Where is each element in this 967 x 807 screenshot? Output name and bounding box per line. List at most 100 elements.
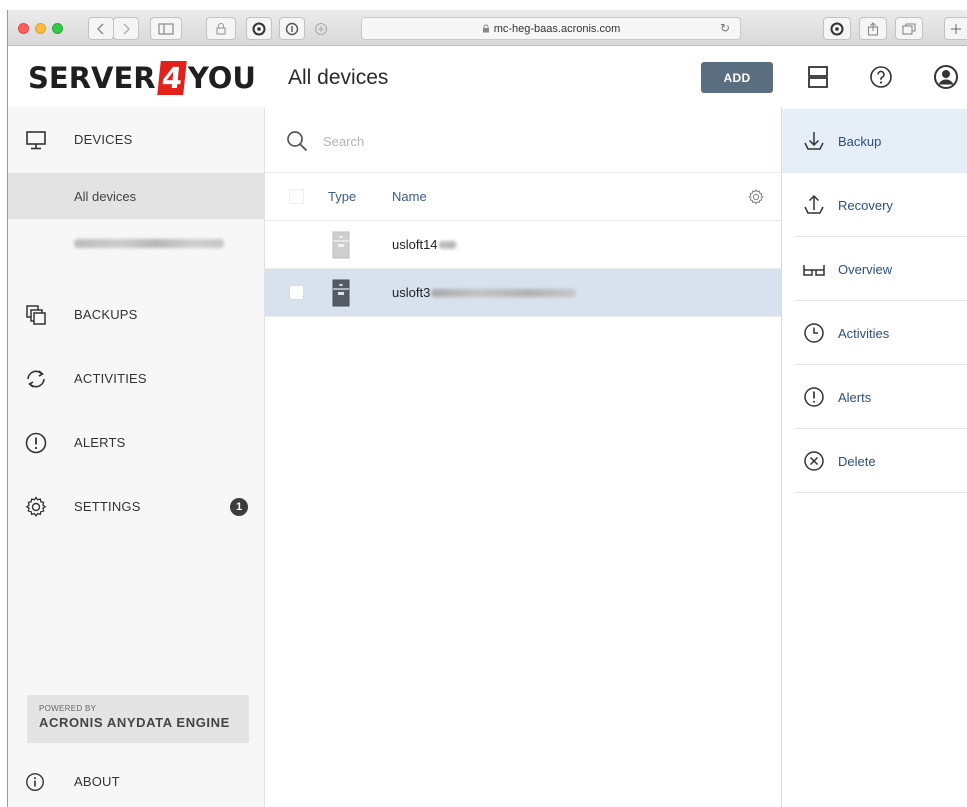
zoom-window-button[interactable] — [52, 23, 63, 34]
actions-panel: Backup Recovery Overview Activities Aler… — [781, 107, 967, 807]
powered-by-banner: POWERED BY ACRONIS ANYDATA ENGINE — [27, 695, 249, 743]
brand-logo[interactable]: SERVER 4 YOU — [28, 61, 256, 95]
add-button[interactable]: ADD — [701, 62, 773, 93]
close-window-button[interactable] — [18, 23, 29, 34]
redacted-text — [431, 288, 577, 297]
powered-by-text: POWERED BY — [39, 704, 97, 713]
action-delete[interactable]: Delete — [782, 429, 967, 493]
notification-badge: 1 — [230, 498, 248, 516]
delete-icon — [804, 451, 824, 471]
info-icon — [26, 773, 44, 791]
gear-icon — [25, 496, 47, 518]
action-recovery[interactable]: Recovery — [782, 173, 967, 237]
tabs-button[interactable] — [895, 17, 923, 40]
forward-button[interactable] — [113, 17, 139, 40]
search-input[interactable] — [323, 130, 703, 152]
sidebar-item-label: ABOUT — [74, 773, 120, 789]
sidebar-item-label: DEVICES — [74, 131, 133, 147]
device-name: usloft3 — [392, 285, 577, 300]
extension-button-2[interactable] — [279, 17, 305, 40]
privacy-button[interactable] — [206, 17, 236, 40]
layout-toggle-button[interactable] — [805, 63, 831, 91]
redacted-text — [74, 239, 224, 248]
extension-button-3[interactable] — [309, 17, 333, 40]
redacted-text — [438, 240, 457, 249]
action-label: Delete — [838, 453, 876, 469]
minimize-window-button[interactable] — [35, 23, 46, 34]
table-row[interactable]: usloft14 — [265, 221, 782, 269]
sidebar-item-activities[interactable]: ACTIVITIES — [8, 352, 264, 404]
server-icon — [332, 279, 350, 307]
page-title: All devices — [288, 66, 389, 89]
glasses-icon — [803, 265, 825, 276]
extension-icon — [830, 22, 844, 35]
logo-text-right: YOU — [187, 61, 256, 95]
back-button[interactable] — [88, 17, 114, 40]
share-button[interactable] — [859, 17, 887, 40]
action-label: Overview — [838, 261, 893, 277]
search-icon[interactable] — [285, 129, 309, 153]
table-row[interactable]: usloft3 — [265, 269, 782, 317]
divider — [796, 492, 967, 493]
sidebar-item-backups[interactable]: BACKUPS — [8, 288, 264, 340]
sidebar-item-alerts[interactable]: ALERTS — [8, 416, 264, 468]
address-bar[interactable]: mc-heg-baas.acronis.com ↻ — [361, 17, 741, 40]
extension-button-4[interactable] — [823, 17, 851, 40]
sync-icon — [27, 370, 45, 388]
alert-icon — [25, 432, 47, 454]
action-backup[interactable]: Backup — [782, 109, 967, 173]
sidebar-item-settings[interactable]: SETTINGS 1 — [8, 480, 264, 532]
app-header: SERVER 4 YOU All devices ADD — [8, 47, 967, 107]
gear-icon[interactable] — [747, 188, 765, 206]
clock-icon — [804, 323, 824, 343]
sidebar-item-label: SETTINGS — [74, 498, 141, 514]
column-header-type[interactable]: Type — [328, 189, 356, 204]
action-overview[interactable]: Overview — [782, 237, 967, 301]
sidebar-icon — [158, 22, 174, 35]
action-label: Activities — [838, 325, 890, 341]
recovery-icon — [804, 194, 824, 214]
extension-icon — [252, 22, 266, 35]
tabs-icon — [902, 22, 916, 35]
device-name-text: usloft3 — [392, 285, 431, 300]
logo-text-left: SERVER — [28, 61, 156, 95]
help-button[interactable] — [868, 63, 894, 91]
new-tab-button[interactable] — [944, 17, 967, 40]
action-alerts[interactable]: Alerts — [782, 365, 967, 429]
reload-icon[interactable]: ↻ — [720, 21, 730, 35]
alert-icon — [804, 387, 824, 407]
help-icon — [870, 66, 892, 88]
sidebar-item-label: ALERTS — [74, 434, 126, 450]
share-icon — [867, 21, 879, 36]
sidebar-item-all-devices[interactable]: All devices — [8, 173, 264, 219]
layout-icon — [808, 66, 828, 88]
backups-icon — [26, 305, 46, 325]
action-label: Backup — [838, 133, 882, 149]
sidebar-item-devices[interactable]: DEVICES — [8, 113, 264, 165]
sidebar: DEVICES All devices BACKUPS ACTIVITIES A… — [8, 107, 264, 807]
sidebar-item-label: BACKUPS — [74, 306, 138, 322]
search-bar — [265, 107, 782, 173]
sidebar-toggle-button[interactable] — [150, 17, 182, 40]
account-button[interactable] — [933, 63, 959, 91]
sidebar-item-about[interactable]: ABOUT — [8, 755, 264, 807]
monitor-icon — [26, 131, 46, 150]
device-name-text: usloft14 — [392, 237, 438, 252]
column-header-name[interactable]: Name — [392, 189, 427, 204]
server-icon — [332, 231, 350, 259]
device-list-panel: Type Name usloft14 usloft3 — [264, 107, 782, 807]
logo-text-mid: 4 — [156, 61, 187, 95]
plus-circle-icon — [314, 22, 328, 35]
lock-icon — [216, 22, 226, 35]
select-all-checkbox[interactable] — [289, 189, 304, 204]
sidebar-item-device-group[interactable] — [8, 221, 264, 267]
action-activities[interactable]: Activities — [782, 301, 967, 365]
chevron-right-icon — [123, 22, 131, 35]
lock-icon — [482, 24, 489, 33]
extension-button-1[interactable] — [246, 17, 272, 40]
action-label: Alerts — [838, 389, 872, 405]
row-checkbox[interactable] — [289, 285, 304, 300]
window-edge — [0, 0, 8, 807]
sidebar-item-label: ACTIVITIES — [74, 370, 147, 386]
action-label: Recovery — [838, 197, 893, 213]
